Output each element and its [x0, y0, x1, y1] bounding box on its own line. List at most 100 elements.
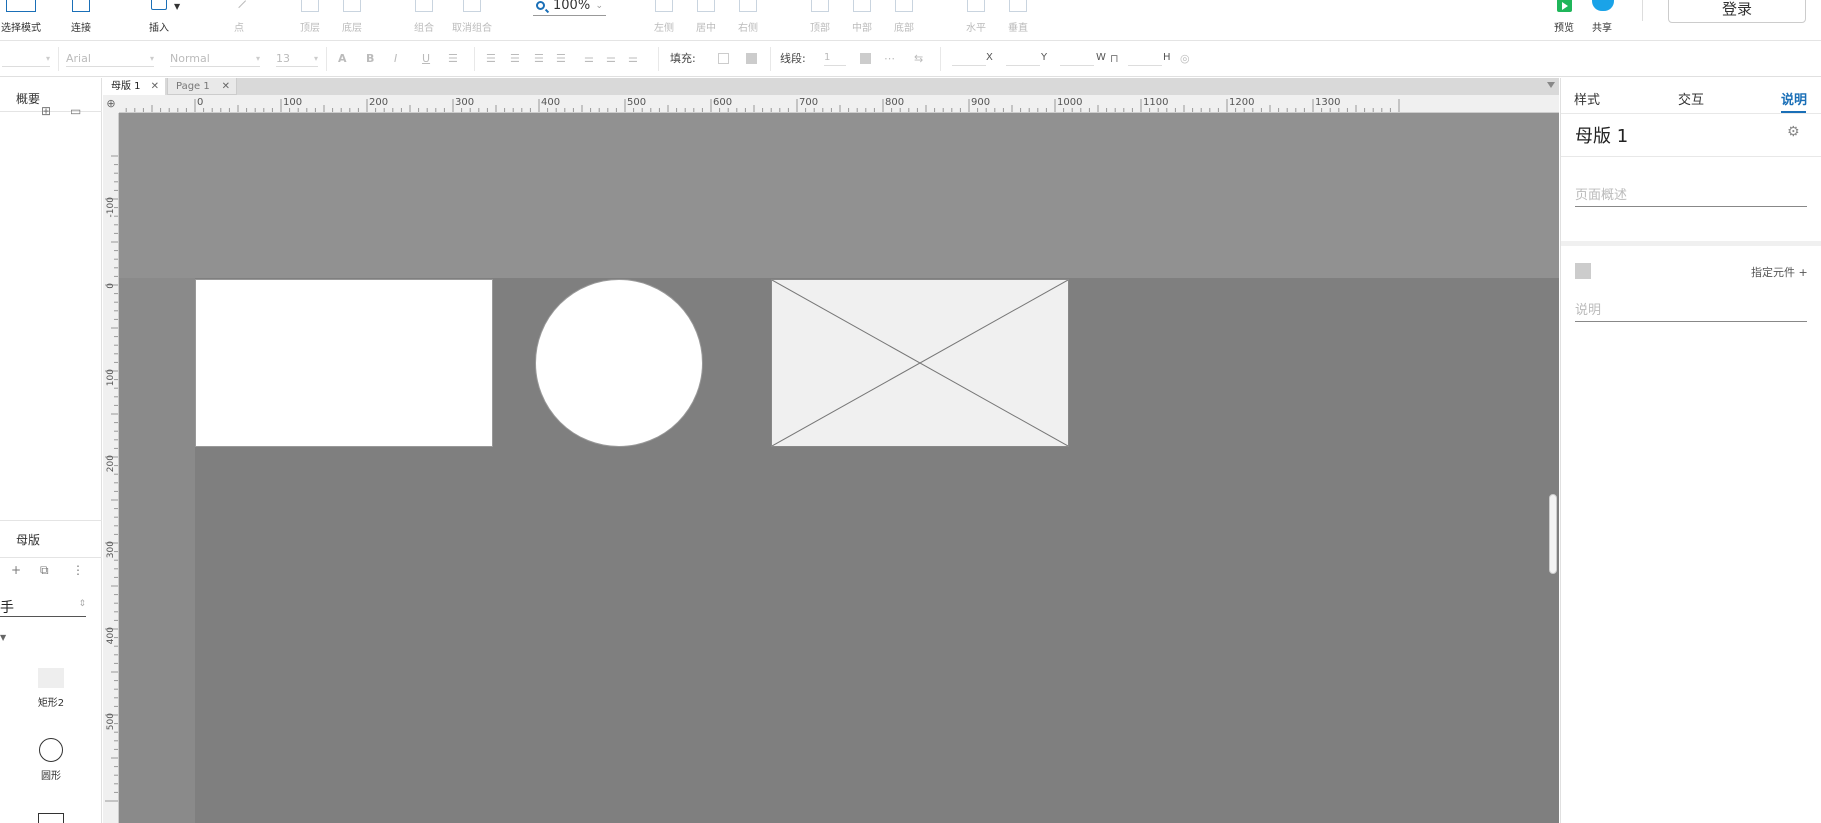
tab-notes[interactable]: 说明: [1781, 89, 1807, 108]
italic-icon[interactable]: I: [394, 50, 397, 67]
align-left-button[interactable]: 左侧: [650, 0, 678, 41]
font-style-select[interactable]: Normal: [170, 50, 260, 67]
bullet-list-icon[interactable]: ☰: [448, 50, 458, 67]
select-mode-button[interactable]: 选择模式: [0, 0, 42, 41]
zoom-select[interactable]: 100% ⌄: [533, 0, 606, 16]
align-middle-icon: [853, 0, 871, 12]
align-bottom-button[interactable]: 底部: [890, 0, 918, 41]
align-top-icon: [811, 0, 829, 12]
ruler-label: 300: [455, 97, 474, 108]
y-input[interactable]: [1006, 52, 1040, 66]
panel-divider: [0, 557, 102, 558]
distribute-horizontal-icon: [967, 0, 985, 12]
ruler-origin-icon[interactable]: ⊕: [103, 95, 119, 113]
circle-widget[interactable]: [535, 279, 703, 447]
text-align-left-icon[interactable]: ☰: [486, 50, 496, 67]
login-button[interactable]: 登录: [1668, 0, 1806, 23]
horizontal-ruler[interactable]: 0 100 200 300 400 500 600 700 800 900 1000 1100 1200…: [103, 95, 1559, 113]
note-input[interactable]: 说明: [1575, 300, 1807, 322]
bottom-layer-icon: [343, 0, 361, 12]
style-select[interactable]: [2, 50, 50, 67]
page-description-input[interactable]: 页面概述: [1575, 185, 1807, 207]
connect-button[interactable]: 连接: [64, 0, 98, 41]
align-bottom-icon: [895, 0, 913, 12]
x-input[interactable]: [952, 52, 986, 66]
font-family-select[interactable]: Arial: [66, 50, 154, 67]
toolbar-divider: [1642, 0, 1643, 21]
add-icon[interactable]: +: [11, 563, 21, 577]
more-icon[interactable]: ⋮: [72, 563, 84, 577]
insert-button[interactable]: ▼ 插入: [142, 0, 180, 41]
bold-icon[interactable]: B: [366, 50, 374, 67]
h-input[interactable]: [1128, 52, 1162, 66]
library-item-image[interactable]: [33, 813, 69, 823]
tab-interaction[interactable]: 交互: [1678, 89, 1704, 108]
tab-page-1[interactable]: Page 1 ✕: [167, 78, 237, 95]
font-color-icon[interactable]: A: [338, 50, 347, 67]
duplicate-icon[interactable]: ⧉: [40, 563, 49, 578]
ruler-label: 200: [369, 97, 388, 108]
panel-divider: [1561, 156, 1821, 157]
top-layer-button[interactable]: 顶层: [296, 0, 324, 41]
ruler-label: 100: [106, 369, 116, 386]
tab-menu-icon[interactable]: [1547, 82, 1555, 88]
valign-middle-icon[interactable]: ⚌: [606, 50, 616, 67]
close-icon[interactable]: ✕: [222, 78, 230, 95]
library-item-rect[interactable]: 矩形2: [33, 668, 69, 709]
format-divider: [474, 47, 475, 71]
visibility-icon[interactable]: ◎: [1180, 50, 1190, 67]
align-center-button[interactable]: 居中: [692, 0, 720, 41]
text-justify-icon[interactable]: ☰: [556, 50, 566, 67]
align-top-button[interactable]: 顶部: [806, 0, 834, 41]
valign-top-icon[interactable]: ⚌: [584, 50, 594, 67]
format-divider: [940, 47, 941, 71]
lock-icon[interactable]: ⊓: [1110, 50, 1119, 67]
text-align-center-icon[interactable]: ☰: [510, 50, 520, 67]
add-page-icon[interactable]: ⊞: [41, 104, 51, 118]
bottom-layer-button[interactable]: 底层: [338, 0, 366, 41]
app-window: 选择模式 连接 ▼ 插入 点 顶层 底层 组合 取消组合 100% ⌄ 左侧 居…: [0, 0, 1821, 823]
ruler-label: 1100: [1143, 97, 1168, 108]
underline-icon[interactable]: U: [422, 50, 430, 67]
share-button[interactable]: 共享: [1585, 0, 1619, 41]
group-button[interactable]: 组合: [410, 0, 438, 41]
panel-divider: [1561, 113, 1821, 114]
stroke-color-swatch[interactable]: [860, 53, 871, 64]
preview-button[interactable]: 预览: [1548, 0, 1580, 41]
vertical-scrollbar[interactable]: [1549, 494, 1557, 574]
folder-icon[interactable]: ▭: [70, 104, 81, 118]
rectangle-widget[interactable]: [195, 279, 493, 447]
font-size-select[interactable]: 13: [276, 50, 318, 67]
align-middle-button[interactable]: 中部: [848, 0, 876, 41]
assign-widget-link[interactable]: 指定元件 +: [1751, 264, 1808, 280]
valign-bottom-icon[interactable]: ⚌: [628, 50, 638, 67]
tab-style[interactable]: 样式: [1574, 89, 1600, 108]
design-canvas[interactable]: [119, 113, 1559, 823]
w-input[interactable]: [1060, 52, 1094, 66]
stroke-pattern-icon[interactable]: ⋯: [884, 50, 895, 67]
format-divider: [658, 47, 659, 71]
vertical-ruler[interactable]: -100 0 100 200 300 400 500: [103, 113, 119, 823]
left-panel: 概要 ⊞ ▭ 母版 + ⧉ ⋮ 手 ⇕ ▼ 矩形2 圆形: [0, 78, 102, 823]
image-placeholder-widget[interactable]: [771, 279, 1069, 447]
library-select[interactable]: 手 ⇕: [0, 597, 86, 617]
stroke-width-input[interactable]: 1: [824, 52, 846, 66]
tab-master-1[interactable]: 母版 1 ✕: [103, 78, 165, 95]
close-icon[interactable]: ✕: [151, 78, 159, 95]
gear-icon[interactable]: ⚙: [1787, 125, 1801, 139]
ungroup-button[interactable]: 取消组合: [450, 0, 494, 41]
library-item-circle[interactable]: 圆形: [33, 738, 69, 782]
fill-color-swatch[interactable]: [718, 53, 729, 64]
text-align-right-icon[interactable]: ☰: [534, 50, 544, 67]
point-button[interactable]: 点: [225, 0, 253, 41]
canvas-left-margin: [119, 278, 195, 823]
circle-thumb-icon: [39, 738, 63, 762]
align-right-button[interactable]: 右侧: [734, 0, 762, 41]
distribute-horizontal-button[interactable]: 水平: [962, 0, 990, 41]
connect-icon: [72, 0, 90, 12]
note-field-swatch[interactable]: [1575, 263, 1591, 279]
arrow-style-icon[interactable]: ⇆: [914, 50, 923, 67]
distribute-vertical-button[interactable]: 垂直: [1004, 0, 1032, 41]
fill-shadow-icon[interactable]: [746, 53, 757, 64]
masters-title: 母版: [16, 533, 41, 547]
